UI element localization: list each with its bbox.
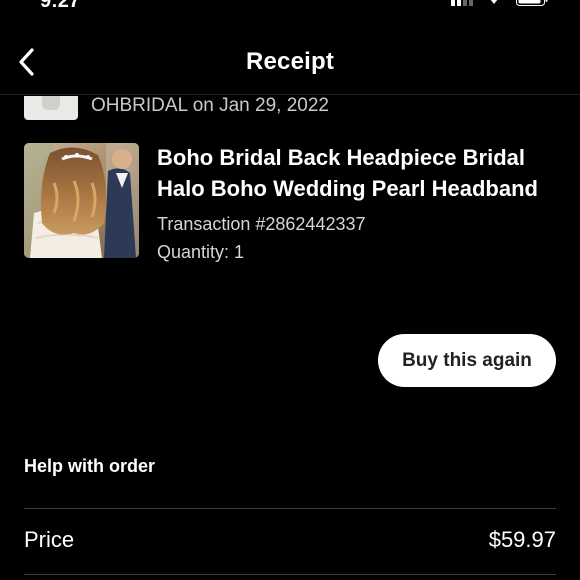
cellular-signal-icon	[451, 0, 473, 6]
battery-icon	[516, 0, 548, 6]
help-with-order-heading: Help with order	[24, 456, 156, 476]
navigation-bar: Receipt	[0, 30, 580, 95]
divider	[24, 574, 556, 575]
item-quantity: Quantity: 1	[157, 242, 245, 262]
item-image[interactable]	[24, 143, 139, 258]
status-time: 9:27	[40, 0, 81, 12]
price-label: Price	[24, 527, 75, 552]
divider	[24, 508, 556, 509]
page-title: Receipt	[245, 48, 335, 75]
shop-thumbnail	[24, 96, 78, 120]
item-photo	[24, 143, 139, 258]
item-title[interactable]: Boho Bridal Back Headpiece Bridal Halo B…	[157, 142, 557, 204]
buy-again-button[interactable]: Buy this again	[378, 334, 556, 387]
wifi-icon	[490, 0, 498, 4]
seller-date-text: OHBRIDAL on Jan 29, 2022	[91, 96, 329, 116]
seller-row[interactable]: OHBRIDAL on Jan 29, 2022	[24, 96, 564, 122]
status-bar: 9:27	[0, 0, 580, 14]
transaction-number: Transaction #2862442337	[157, 214, 366, 234]
price-value: $59.97	[488, 527, 556, 552]
